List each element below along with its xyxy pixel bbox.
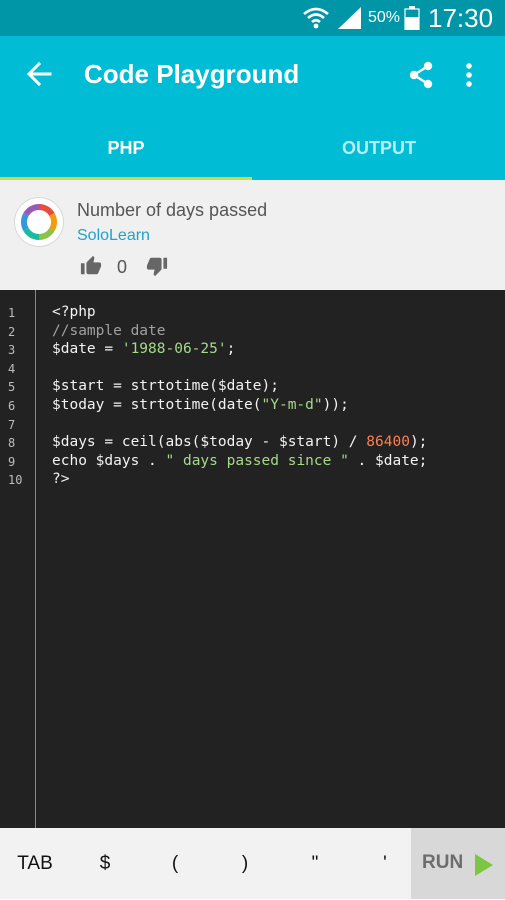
code-header: Number of days passed SoloLearn 0 [0, 180, 505, 290]
key-open-paren[interactable]: ( [158, 828, 192, 899]
line-number: 7 [8, 417, 16, 432]
code-token: 86400 [366, 434, 410, 451]
page-title: Code Playground [84, 59, 300, 89]
code-token: $start = strtotime($date); [52, 378, 279, 395]
code-token: " days passed since " [165, 452, 349, 469]
code-line[interactable]: $start = strtotime($date); [52, 378, 279, 394]
author-avatar[interactable] [15, 198, 63, 246]
line-number: 3 [8, 343, 16, 358]
author-link[interactable]: SoloLearn [77, 227, 150, 245]
code-token: //sample date [52, 322, 166, 339]
battery-percent: 50% [368, 9, 401, 26]
tab-output[interactable]: OUTPUT [253, 120, 505, 180]
thumb-down-icon[interactable] [146, 255, 168, 282]
signal-icon [338, 7, 362, 34]
play-icon [475, 854, 493, 881]
symbol-keybar: TAB $ ( ) " ' RUN [0, 828, 505, 899]
code-editor[interactable]: 1 2 3 4 5 6 7 8 9 10 <?php //sample date $date = '1… [0, 290, 505, 828]
code-line[interactable]: //sample date [52, 323, 166, 339]
app-bar: Code Playground PHP OUTPUT [0, 36, 505, 180]
line-number: 2 [8, 324, 16, 339]
line-number-gutter: 1 2 3 4 5 6 7 8 9 10 [0, 290, 36, 828]
wifi-icon [303, 6, 329, 35]
code-line[interactable]: $today = strtotime(date("Y-m-d")); [52, 397, 349, 413]
run-button[interactable]: RUN [411, 828, 505, 899]
line-number: 9 [8, 454, 16, 469]
share-icon[interactable] [406, 60, 436, 95]
vote-count: 0 [117, 257, 128, 277]
line-number: 4 [8, 361, 16, 376]
key-dollar[interactable]: $ [88, 828, 122, 899]
code-token: $days = ceil(abs($today - $start) / [52, 434, 367, 451]
code-token: $date = [52, 341, 122, 358]
battery-icon [404, 6, 420, 35]
code-token: )); [322, 397, 349, 413]
code-token: ?> [52, 471, 70, 488]
line-number: 10 [8, 473, 23, 488]
code-line[interactable]: $days = ceil(abs($today - $start) / 8640… [52, 434, 427, 450]
key-tab[interactable]: TAB [12, 828, 58, 899]
code-token: . $date; [348, 452, 428, 469]
key-single-quote[interactable]: ' [368, 828, 402, 899]
code-token: <?php [52, 304, 96, 320]
clock: 17:30 [428, 3, 494, 33]
thumb-up-icon[interactable] [80, 255, 102, 282]
code-line[interactable]: $date = '1988-06-25'; [52, 341, 235, 357]
code-token: '1988-06-25' [121, 341, 227, 358]
line-number: 8 [8, 436, 16, 451]
line-number: 6 [8, 399, 16, 413]
code-line[interactable]: echo $days . " days passed since " . $da… [52, 453, 427, 469]
status-bar: 50% 17:30 [0, 0, 505, 36]
key-double-quote[interactable]: " [298, 828, 332, 899]
code-name: Number of days passed [77, 200, 268, 220]
sololearn-logo-icon [21, 203, 57, 241]
code-token: $today = strtotime(date( [52, 397, 262, 413]
code-token: ; [226, 341, 236, 358]
code-line[interactable]: <?php [52, 304, 96, 320]
key-close-paren[interactable]: ) [228, 828, 262, 899]
line-number: 5 [8, 380, 16, 395]
run-label: RUN [422, 852, 464, 873]
code-token: ); [409, 434, 428, 451]
line-number: 1 [8, 306, 16, 320]
code-token: echo $days . [52, 452, 166, 469]
tab-php[interactable]: PHP [0, 120, 252, 180]
code-token: "Y-m-d" [261, 397, 323, 413]
back-arrow-icon[interactable] [25, 60, 53, 93]
more-vert-icon[interactable] [461, 60, 477, 95]
code-line[interactable]: ?> [52, 471, 69, 487]
